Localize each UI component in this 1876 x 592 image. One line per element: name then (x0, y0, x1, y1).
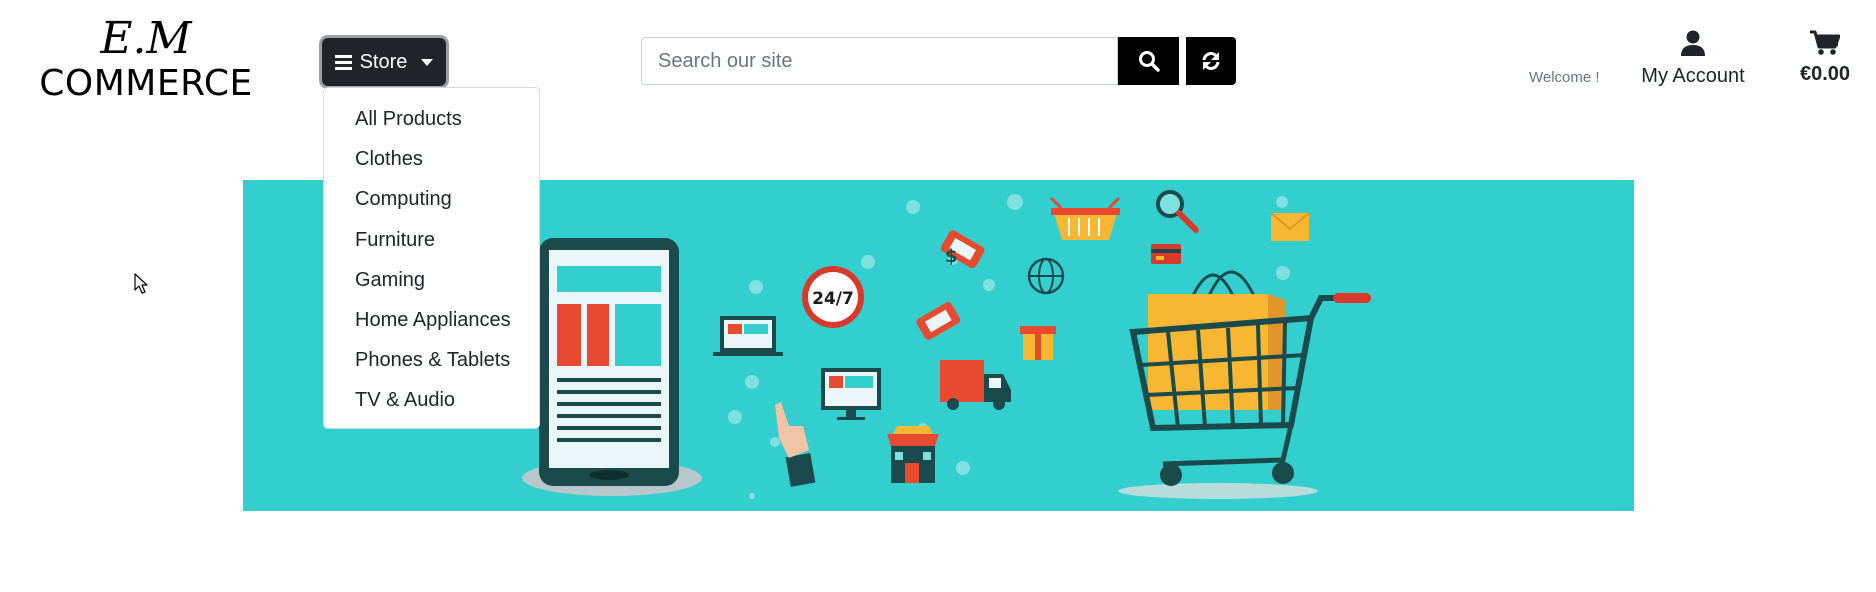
menu-item-furniture[interactable]: Furniture (324, 220, 539, 260)
site-logo[interactable]: E.M COMMERCE (36, 14, 256, 104)
logo-line-2: COMMERCE (39, 63, 253, 104)
menu-item-home-appliances[interactable]: Home Appliances (324, 300, 539, 340)
clock-24-7-text: 24/7 (812, 289, 854, 309)
welcome-text: Welcome ! (1529, 69, 1600, 86)
store-dropdown-menu: All Products Clothes Computing Furniture… (323, 87, 540, 429)
store-button-label: Store (359, 50, 408, 73)
menu-item-all-products[interactable]: All Products (324, 99, 539, 139)
menu-item-gaming[interactable]: Gaming (324, 260, 539, 300)
menu-item-computing[interactable]: Computing (324, 179, 539, 219)
menu-item-tv-audio[interactable]: TV & Audio (324, 380, 539, 420)
search-input[interactable] (641, 37, 1118, 85)
my-account-link[interactable]: My Account (1638, 30, 1748, 88)
svg-text:$: $ (945, 246, 958, 267)
my-account-label: My Account (1641, 65, 1745, 87)
caret-down-icon (421, 58, 434, 66)
mouse-cursor-icon (134, 273, 148, 294)
refresh-icon (1202, 52, 1220, 70)
cart-total: €0.00 (1799, 63, 1851, 85)
cart-link[interactable]: €0.00 (1790, 30, 1860, 86)
logo-line-1: E.M (100, 13, 192, 64)
refresh-button[interactable] (1186, 37, 1236, 85)
cart-icon (1810, 30, 1841, 55)
hamburger-icon (334, 54, 352, 70)
menu-item-clothes[interactable]: Clothes (324, 139, 539, 179)
search-button[interactable] (1118, 37, 1179, 85)
menu-item-phones-tablets[interactable]: Phones & Tablets (324, 340, 539, 380)
user-icon (1681, 30, 1705, 56)
store-dropdown-button[interactable]: Store (322, 38, 446, 86)
search-icon (1138, 51, 1160, 72)
